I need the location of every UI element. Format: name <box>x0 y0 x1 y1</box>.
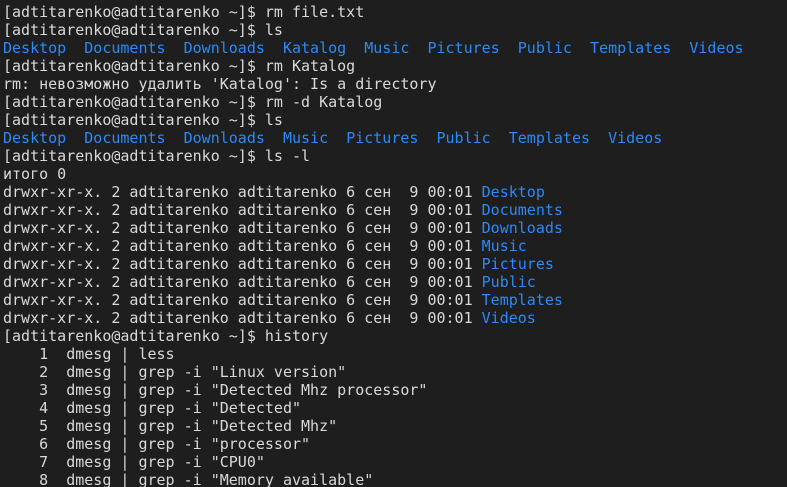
column-separator <box>166 39 184 57</box>
column-separator <box>671 39 689 57</box>
entry-attributes: drwxr-xr-x. 2 adtitarenko adtitarenko 6 … <box>3 291 482 309</box>
column-separator <box>328 129 346 147</box>
directory-name: Documents <box>84 39 166 57</box>
directory-name: Templates <box>481 291 563 309</box>
directory-name: Pictures <box>481 255 554 273</box>
column-separator <box>346 39 364 57</box>
directory-name: Downloads <box>183 129 265 147</box>
ls-long-entry: drwxr-xr-x. 2 adtitarenko adtitarenko 6 … <box>3 237 787 255</box>
terminal-line: 6 dmesg | grep -i "processor" <box>3 435 311 453</box>
terminal-line: 7 dmesg | grep -i "CPU0" <box>3 453 265 471</box>
ls-long-entry: drwxr-xr-x. 2 adtitarenko adtitarenko 6 … <box>3 273 787 291</box>
directory-name: Public <box>481 273 536 291</box>
column-separator <box>409 39 427 57</box>
entry-attributes: drwxr-xr-x. 2 adtitarenko adtitarenko 6 … <box>3 237 482 255</box>
terminal-output: [adtitarenko@adtitarenko ~]$ rm file.txt… <box>3 3 787 487</box>
column-separator <box>166 129 184 147</box>
directory-name: Desktop <box>481 183 545 201</box>
directory-name: Downloads <box>183 39 265 57</box>
directory-name: Music <box>481 237 527 255</box>
column-separator <box>66 129 84 147</box>
terminal-line: [adtitarenko@adtitarenko ~]$ ls <box>3 111 283 129</box>
terminal-line: 2 dmesg | grep -i "Linux version" <box>3 363 347 381</box>
entry-attributes: drwxr-xr-x. 2 adtitarenko adtitarenko 6 … <box>3 309 482 327</box>
directory-name: Pictures <box>346 129 419 147</box>
ls-long-entry: drwxr-xr-x. 2 adtitarenko adtitarenko 6 … <box>3 291 787 309</box>
entry-attributes: drwxr-xr-x. 2 adtitarenko adtitarenko 6 … <box>3 255 482 273</box>
directory-name: Music <box>282 129 329 147</box>
directory-name: Public <box>517 39 572 57</box>
terminal-line: [adtitarenko@adtitarenko ~]$ ls <box>3 21 283 39</box>
entry-attributes: drwxr-xr-x. 2 adtitarenko adtitarenko 6 … <box>3 201 482 219</box>
terminal-line: 5 dmesg | grep -i "Detected Mhz" <box>3 417 338 435</box>
directory-name: Documents <box>481 201 563 219</box>
entry-attributes: drwxr-xr-x. 2 adtitarenko adtitarenko 6 … <box>3 183 482 201</box>
ls-long-entry: drwxr-xr-x. 2 adtitarenko adtitarenko 6 … <box>3 255 787 273</box>
terminal-window[interactable]: [adtitarenko@adtitarenko ~]$ rm file.txt… <box>0 0 787 487</box>
directory-name: Documents <box>84 129 166 147</box>
terminal-line: [adtitarenko@adtitarenko ~]$ ls -l <box>3 147 311 165</box>
ls-long-entry: drwxr-xr-x. 2 adtitarenko adtitarenko 6 … <box>3 183 787 201</box>
entry-attributes: drwxr-xr-x. 2 adtitarenko adtitarenko 6 … <box>3 273 482 291</box>
column-separator <box>572 39 590 57</box>
ls-long-entry: drwxr-xr-x. 2 adtitarenko adtitarenko 6 … <box>3 201 787 219</box>
column-separator <box>265 39 283 57</box>
directory-name: Videos <box>608 129 663 147</box>
directory-name: Downloads <box>481 219 563 237</box>
terminal-line: 8 dmesg | grep -i "Memory available" <box>3 471 374 487</box>
column-separator <box>265 129 283 147</box>
directory-name: Videos <box>689 39 744 57</box>
directory-name: Templates <box>508 129 591 147</box>
directory-name: Public <box>436 129 491 147</box>
ls-output-line: Desktop Documents Downloads Music Pictur… <box>3 129 787 147</box>
directory-name: Templates <box>590 39 672 57</box>
directory-name: Desktop <box>3 39 67 57</box>
terminal-line: 1 dmesg | less <box>3 345 175 363</box>
terminal-line: 3 dmesg | grep -i "Detected Mhz processo… <box>3 381 428 399</box>
entry-attributes: drwxr-xr-x. 2 adtitarenko adtitarenko 6 … <box>3 219 482 237</box>
column-separator <box>590 129 608 147</box>
terminal-line: rm: невозможно удалить 'Katalog': Is a d… <box>3 75 437 93</box>
directory-name: Videos <box>481 309 536 327</box>
column-separator <box>500 39 518 57</box>
directory-name: Katalog <box>282 39 347 57</box>
column-separator <box>418 129 436 147</box>
ls-long-entry: drwxr-xr-x. 2 adtitarenko adtitarenko 6 … <box>3 219 787 237</box>
terminal-line: [adtitarenko@adtitarenko ~]$ rm -d Katal… <box>3 93 383 111</box>
terminal-line: [adtitarenko@adtitarenko ~]$ history <box>3 327 329 345</box>
directory-name: Music <box>364 39 410 57</box>
ls-long-entry: drwxr-xr-x. 2 adtitarenko adtitarenko 6 … <box>3 309 787 327</box>
terminal-line: итого 0 <box>3 165 67 183</box>
terminal-line: [adtitarenko@adtitarenko ~]$ rm Katalog <box>3 57 356 75</box>
column-separator <box>491 129 509 147</box>
column-separator <box>66 39 84 57</box>
terminal-line: [adtitarenko@adtitarenko ~]$ rm file.txt <box>3 3 365 21</box>
terminal-line: 4 dmesg | grep -i "Detected" <box>3 399 302 417</box>
directory-name: Pictures <box>427 39 500 57</box>
directory-name: Desktop <box>3 129 67 147</box>
ls-output-line: Desktop Documents Downloads Katalog Musi… <box>3 39 787 57</box>
